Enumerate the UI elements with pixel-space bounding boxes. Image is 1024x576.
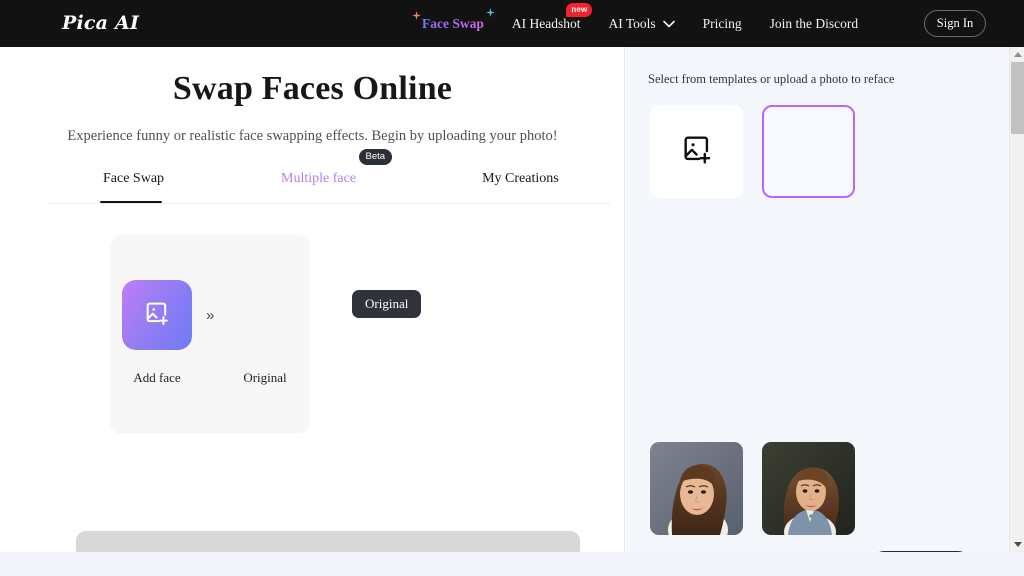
page-subtitle: Experience funny or realistic face swapp…: [67, 128, 558, 144]
template-upload-tile[interactable]: [650, 105, 743, 198]
editor-panel: Swap Faces Online Experience funny or re…: [0, 47, 625, 576]
preview-original-pill: Original: [352, 290, 422, 318]
bottom-band: [0, 552, 1024, 576]
scroll-up-button[interactable]: [1010, 47, 1024, 62]
nav-item-ai-headshot[interactable]: AI Headshot new: [498, 0, 595, 47]
triangle-up-icon: [1013, 52, 1022, 57]
nav-item-ai-tools[interactable]: AI Tools: [594, 0, 688, 47]
logo-pica-ai[interactable]: Pica AI: [62, 11, 139, 35]
new-badge: new: [566, 3, 593, 17]
page-title: Swap Faces Online: [172, 70, 453, 107]
chevron-down-icon: [662, 16, 675, 32]
original-caption: Original: [243, 370, 287, 385]
beta-badge: Beta: [358, 149, 393, 165]
tab-multiple-face-label: Multiple face: [281, 171, 357, 186]
sign-in-label: Sign In: [936, 16, 974, 30]
tab-my-creations[interactable]: My Creations: [482, 155, 559, 203]
templates-panel: Select from templates or upload a photo …: [626, 47, 1024, 552]
tab-face-swap[interactable]: Face Swap: [99, 155, 165, 203]
nav-item-join-discord-label: Join the Discord: [769, 15, 859, 31]
scrollbar-thumb[interactable]: [1011, 62, 1024, 134]
nav-item-pricing-label: Pricing: [702, 15, 742, 31]
nav-item-ai-headshot-label: AI Headshot: [511, 15, 581, 31]
nav-item-ai-tools-label: AI Tools: [608, 15, 656, 31]
sparkle-icon: [412, 11, 421, 20]
scroll-down-button[interactable]: [1010, 537, 1024, 552]
template-portrait-1[interactable]: [650, 442, 743, 535]
template-portrait-2[interactable]: [762, 442, 855, 535]
template-selected-tile[interactable]: [762, 105, 855, 198]
tab-my-creations-label: My Creations: [482, 171, 559, 186]
add-face-button[interactable]: [122, 280, 192, 350]
app-window: Pica AI Face Swap AI Headshot new AI Too…: [0, 0, 1024, 576]
add-image-icon: [680, 132, 714, 171]
swap-arrow-icon: »: [206, 307, 215, 324]
nav-item-join-discord[interactable]: Join the Discord: [756, 0, 873, 47]
nav-item-face-swap-label: Face Swap: [422, 15, 484, 31]
face-selection-card: » Add face Original: [110, 235, 310, 434]
nav-item-pricing[interactable]: Pricing: [689, 0, 756, 47]
vertical-scrollbar[interactable]: [1009, 47, 1024, 552]
tab-bar: Face Swap Multiple face Beta My Creation…: [48, 149, 610, 204]
add-image-icon: [143, 299, 171, 332]
add-face-caption: Add face: [133, 370, 181, 385]
nav-items: Face Swap AI Headshot new AI Tools Prici…: [408, 0, 872, 47]
nav-item-face-swap[interactable]: Face Swap: [408, 0, 498, 47]
sign-in-button[interactable]: Sign In: [924, 10, 986, 37]
triangle-down-icon: [1013, 542, 1022, 547]
sparkle-icon: [485, 8, 495, 17]
tab-multiple-face[interactable]: Multiple face Beta: [281, 149, 393, 203]
templates-panel-title: Select from templates or upload a photo …: [648, 72, 895, 86]
tab-face-swap-label: Face Swap: [103, 171, 165, 186]
top-navigation-bar: Pica AI Face Swap AI Headshot new AI Too…: [0, 0, 1024, 47]
